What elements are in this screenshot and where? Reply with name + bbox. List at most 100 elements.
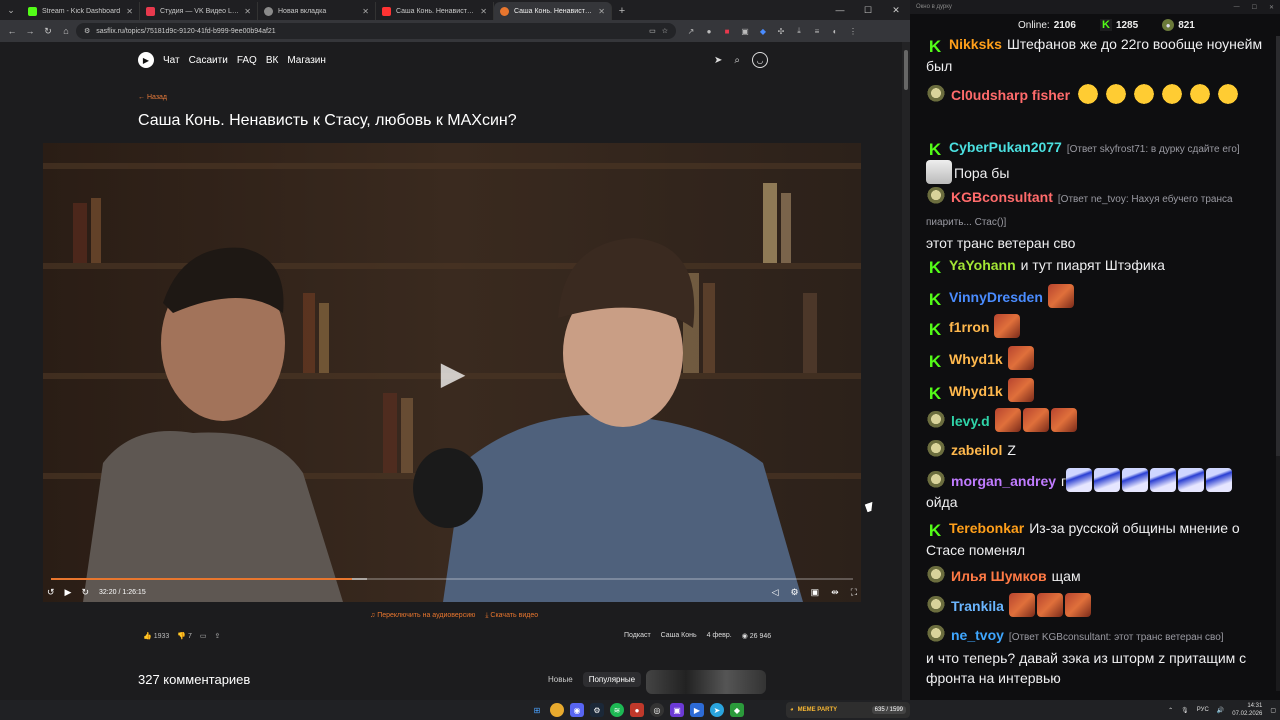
volume-icon[interactable]: ◁ — [772, 587, 779, 598]
close-icon[interactable]: ✕ — [598, 7, 605, 16]
chat-username[interactable]: KGBconsultant — [951, 189, 1053, 205]
extension-green-icon[interactable]: ● — [702, 24, 716, 38]
reply-quote[interactable]: [Ответ KGBconsultant: этот транс ветеран… — [1009, 632, 1224, 643]
minimize-icon[interactable]: — — [1234, 4, 1240, 11]
share-icon[interactable]: ⇪ — [215, 632, 221, 640]
mic-icon[interactable]: 🎙 — [1181, 707, 1189, 714]
dislike-button[interactable]: 👎 7 — [177, 632, 192, 641]
chat-username[interactable]: Whyd1k — [949, 383, 1003, 399]
nav-sasaiti[interactable]: Сасаити — [189, 55, 228, 66]
chat-username[interactable]: YaYohann — [949, 257, 1016, 273]
sort-popular[interactable]: Популярные — [582, 672, 642, 687]
settings-icon[interactable]: ⚙ — [791, 587, 799, 598]
nav-shop[interactable]: Магазин — [287, 55, 326, 66]
new-tab-button[interactable]: + — [612, 2, 632, 20]
media-player-icon[interactable]: ▶ — [690, 703, 704, 717]
tab-list-icon[interactable]: ≡ — [810, 24, 824, 38]
video-player[interactable]: ▶ ↺ ▶ ↻ 32:20 / 1:26:15 ◁ ⚙ ▣ ⇹ ⛶ — [43, 143, 861, 602]
author-tag[interactable]: Саша Конь — [661, 632, 697, 640]
audio-version-link[interactable]: ♫ Переключить на аудиоверсию — [370, 612, 475, 620]
address-bar[interactable]: ⚙ sasflix.ru/topics/75181d9c-9120-41fd-b… — [76, 23, 676, 39]
chat-username[interactable]: Nikksks — [949, 36, 1002, 52]
tab-sasha-kon-1[interactable]: Саша Конь. Ненависть к Стасу... ✕ — [376, 2, 494, 20]
clock[interactable]: 14:31 07.02.2026 — [1232, 702, 1262, 718]
extension-red-icon[interactable]: ■ — [720, 24, 734, 38]
play-overlay-icon[interactable]: ▶ — [433, 353, 473, 393]
steam-icon[interactable]: ⚙ — [590, 703, 604, 717]
chat-username[interactable]: ne_tvoy — [951, 627, 1004, 643]
chat-username[interactable]: Cl0udsharp fisher — [951, 87, 1070, 103]
share-icon[interactable]: ↗ — [684, 24, 698, 38]
chat-username[interactable]: morgan_andrey — [951, 473, 1056, 489]
nav-faq[interactable]: FAQ — [237, 55, 257, 66]
puzzle-icon[interactable]: ✣ — [774, 24, 788, 38]
tab-sasha-kon-2[interactable]: Саша Конь. Ненависть к Стасу... ✕ — [494, 2, 612, 20]
comment-icon[interactable]: ▭ — [200, 632, 207, 640]
close-icon[interactable]: ✕ — [1269, 4, 1274, 11]
chat-username[interactable]: Terebonkar — [949, 520, 1024, 536]
discord-icon[interactable]: ◉ — [570, 703, 584, 717]
play-icon[interactable]: ▶ — [65, 587, 72, 598]
menu-dots-icon[interactable]: ⋮ — [846, 24, 860, 38]
chat-username[interactable]: Илья Шумков — [951, 568, 1047, 584]
extension-blue-icon[interactable]: ◆ — [756, 24, 770, 38]
close-icon[interactable]: ✕ — [362, 7, 369, 16]
chevron-up-icon[interactable]: ⌃ — [1168, 707, 1173, 714]
like-button[interactable]: 👍 1933 — [143, 632, 169, 641]
forward-icon[interactable]: ↻ — [81, 587, 89, 598]
tab-new-tab[interactable]: Новая вкладка ✕ — [258, 2, 376, 20]
site-logo-play-icon[interactable]: ▶ — [138, 52, 154, 68]
app-green-icon[interactable]: ◆ — [730, 703, 744, 717]
telegram-icon[interactable]: ➤ — [714, 55, 722, 66]
notification-icon[interactable]: ▢ — [1270, 707, 1276, 714]
telegram-icon[interactable]: ➤ — [710, 703, 724, 717]
profile-icon[interactable]: ◐ — [828, 24, 842, 38]
site-info-icon[interactable]: ⚙ — [84, 27, 90, 35]
spotify-icon[interactable]: ≋ — [610, 703, 624, 717]
close-icon[interactable]: ✕ — [244, 7, 251, 16]
chat-username[interactable]: VinnyDresden — [949, 289, 1043, 305]
chrome-icon[interactable] — [550, 703, 564, 717]
maximize-icon[interactable]: ☐ — [1252, 4, 1257, 11]
account-icon[interactable]: ◡ — [752, 52, 768, 68]
chat-username[interactable]: CyberPukan2077 — [949, 139, 1062, 155]
video-progress-bar[interactable] — [51, 578, 853, 580]
meme-party-widget[interactable]: ◕ MEME PARTY 635 / 1599 — [786, 702, 910, 718]
download-video-link[interactable]: ⤓ Скачать видео — [485, 612, 538, 620]
theater-icon[interactable]: ⇹ — [831, 587, 839, 598]
nav-vk[interactable]: ВК — [266, 55, 279, 66]
app-purple-icon[interactable]: ▣ — [670, 703, 684, 717]
back-arrow-icon[interactable]: ← — [4, 23, 20, 39]
windows-start-icon[interactable]: ⊞ — [530, 703, 544, 717]
home-icon[interactable]: ⌂ — [58, 23, 74, 39]
pip-icon[interactable]: ▣ — [811, 587, 820, 598]
download-icon[interactable]: ⤓ — [792, 24, 806, 38]
page-scrollbar[interactable] — [902, 42, 910, 700]
chat-username[interactable]: Whyd1k — [949, 351, 1003, 367]
rewind-icon[interactable]: ↺ — [47, 587, 55, 598]
cast-icon[interactable]: ▭ — [649, 27, 656, 35]
language-indicator[interactable]: РУС — [1197, 707, 1209, 713]
nav-chat[interactable]: Чат — [163, 55, 180, 66]
back-link[interactable]: ← Назад — [138, 94, 167, 101]
scrollbar-thumb[interactable] — [904, 50, 908, 90]
maximize-icon[interactable]: ☐ — [854, 0, 882, 20]
tab-kick-dashboard[interactable]: Stream - Kick Dashboard ✕ — [22, 2, 140, 20]
chat-username[interactable]: Trankila — [951, 598, 1004, 614]
reply-quote[interactable]: [Ответ skyfrost71: в дурку сдайте его] — [1067, 144, 1240, 155]
forward-arrow-icon[interactable]: → — [22, 23, 38, 39]
close-icon[interactable]: ✕ — [480, 7, 487, 16]
sort-new[interactable]: Новые — [542, 672, 579, 687]
app-red-icon[interactable]: ● — [630, 703, 644, 717]
obs-icon[interactable]: ◎ — [650, 703, 664, 717]
search-icon[interactable]: ⌕ — [734, 55, 740, 66]
chat-username[interactable]: zabeilol — [951, 442, 1002, 458]
close-window-icon[interactable]: ✕ — [882, 0, 910, 20]
close-icon[interactable]: ✕ — [126, 7, 133, 16]
chat-scroll-thumb[interactable] — [1276, 36, 1280, 456]
tab-vk-studio[interactable]: Студия — VK Видео Live ✕ — [140, 2, 258, 20]
bookmark-star-icon[interactable]: ☆ — [662, 27, 668, 35]
tab-search-icon[interactable]: ⌄ — [0, 0, 22, 20]
reload-icon[interactable]: ↻ — [40, 23, 56, 39]
chat-username[interactable]: f1rron — [949, 319, 989, 335]
